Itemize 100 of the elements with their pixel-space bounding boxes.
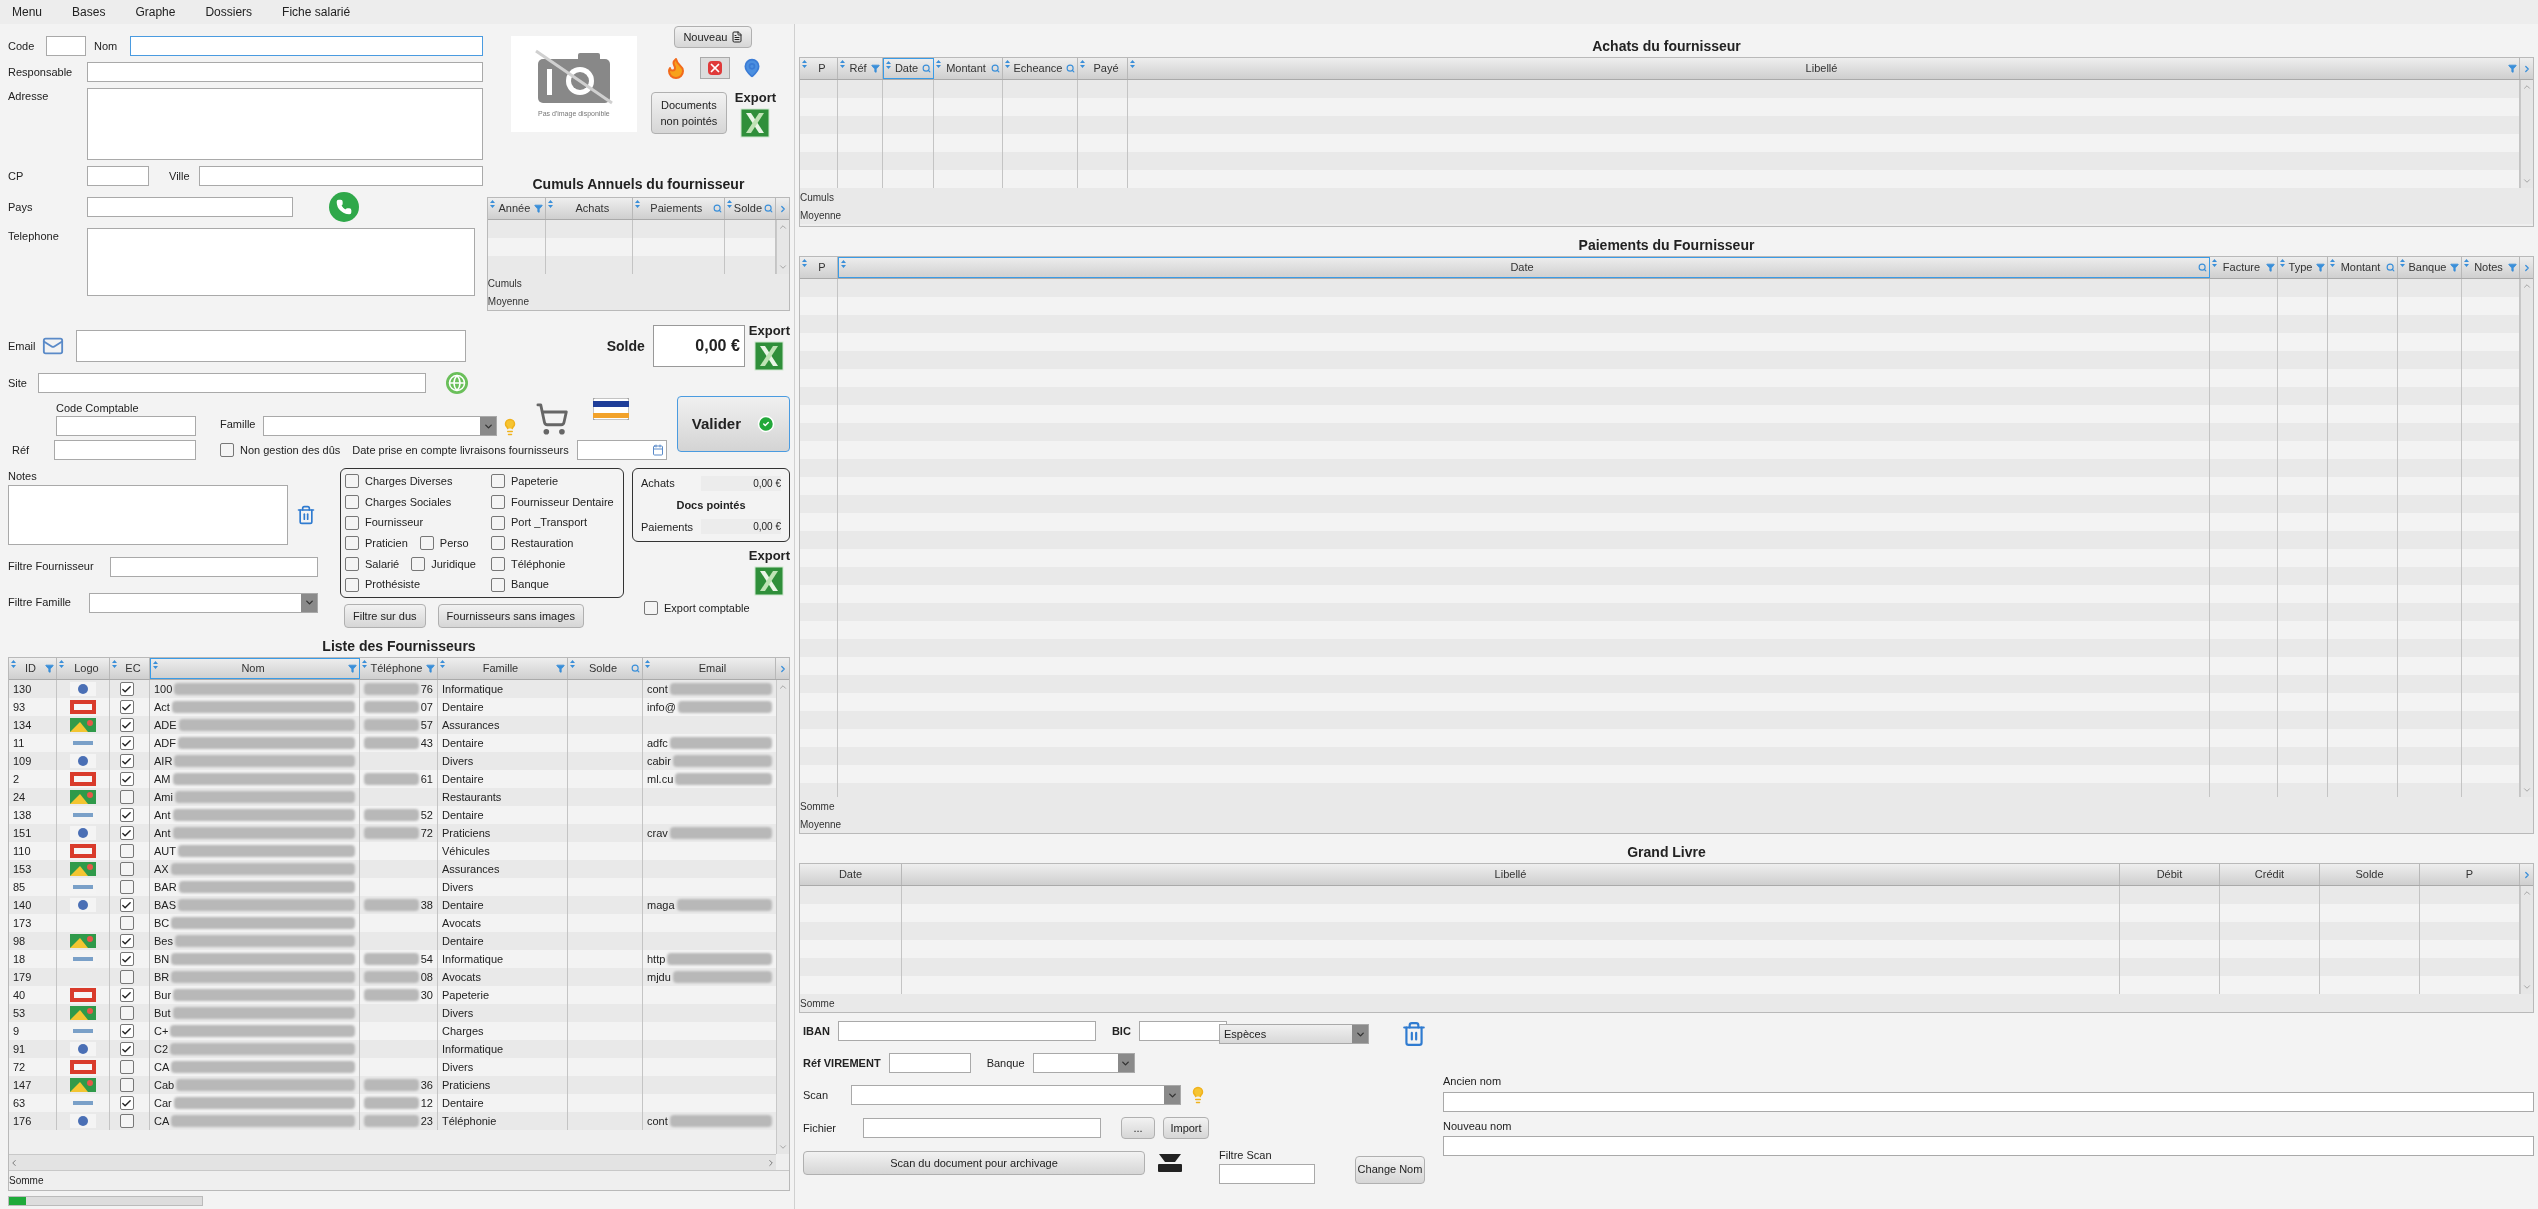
checkbox[interactable] xyxy=(345,557,359,571)
input-field[interactable] xyxy=(1219,1163,1315,1184)
input-field[interactable] xyxy=(87,197,293,217)
checkbox[interactable] xyxy=(119,1060,134,1074)
scroll-up-icon[interactable] xyxy=(2522,82,2532,92)
new-button[interactable]: Nouveau xyxy=(674,26,753,48)
menu-item[interactable]: Graphe xyxy=(135,3,176,21)
column-header[interactable]: Date xyxy=(838,257,2210,278)
column-header[interactable]: Echeance xyxy=(1003,58,1078,79)
checkbox[interactable] xyxy=(119,1006,134,1020)
column-header[interactable]: Banque xyxy=(2398,257,2462,278)
filter-icon[interactable] xyxy=(2508,64,2517,73)
checkbox[interactable] xyxy=(119,844,134,858)
scroll-down-icon[interactable] xyxy=(2522,176,2532,186)
delete-button[interactable] xyxy=(700,57,731,79)
checkbox[interactable] xyxy=(119,1114,134,1128)
input-field[interactable] xyxy=(1443,1136,2534,1156)
spreadsheet-icon[interactable] xyxy=(754,565,785,596)
checkbox[interactable] xyxy=(419,536,434,551)
search-icon[interactable] xyxy=(922,64,931,73)
menu-item[interactable]: Menu xyxy=(12,3,43,21)
date-field[interactable] xyxy=(576,440,667,460)
input-field[interactable] xyxy=(56,416,196,436)
column-header[interactable]: EC xyxy=(110,658,150,679)
checkbox[interactable] xyxy=(411,557,426,571)
filter-icon[interactable] xyxy=(2266,263,2275,272)
validate-button[interactable]: Valider xyxy=(676,396,790,452)
search-icon[interactable] xyxy=(2386,263,2395,272)
column-header[interactable]: Notes xyxy=(2462,257,2520,278)
checkbox[interactable] xyxy=(119,754,134,768)
filter-icon[interactable] xyxy=(556,664,565,673)
checkbox[interactable] xyxy=(119,880,134,894)
checkbox[interactable] xyxy=(220,443,234,457)
column-header[interactable]: Année xyxy=(487,198,546,219)
column-header[interactable]: Email xyxy=(643,658,776,679)
menu-item[interactable]: Fiche salarié xyxy=(282,3,351,21)
checkbox[interactable] xyxy=(491,494,505,509)
checkbox[interactable] xyxy=(491,515,505,530)
scrollbar[interactable] xyxy=(2520,886,2533,994)
import-button[interactable]: Import xyxy=(1163,1117,1209,1139)
dropdown[interactable] xyxy=(851,1085,1181,1105)
column-header[interactable]: ID xyxy=(9,658,57,679)
search-icon[interactable] xyxy=(2198,263,2207,272)
input-field[interactable] xyxy=(76,330,466,362)
column-header[interactable]: Solde xyxy=(724,198,776,219)
column-header[interactable]: Date xyxy=(800,864,902,885)
scrollbar[interactable] xyxy=(9,1154,776,1170)
checkbox[interactable] xyxy=(119,952,134,966)
input-field[interactable] xyxy=(8,484,288,545)
input-field[interactable] xyxy=(87,88,483,160)
checkbox[interactable] xyxy=(345,494,359,509)
mail-icon[interactable] xyxy=(42,335,64,357)
checkbox[interactable] xyxy=(491,577,505,592)
input-field[interactable] xyxy=(87,166,149,186)
column-header[interactable]: P xyxy=(800,58,838,79)
checkbox[interactable] xyxy=(119,808,134,822)
rename-button[interactable]: Change Nom xyxy=(1355,1155,1425,1184)
input-field[interactable] xyxy=(888,1053,971,1073)
browse-button[interactable]: ... xyxy=(1121,1117,1155,1139)
input-field[interactable] xyxy=(837,1021,1096,1041)
scanner-icon[interactable] xyxy=(1157,1152,1183,1174)
scroll-up-icon[interactable] xyxy=(2522,281,2532,291)
menu-item[interactable]: Dossiers xyxy=(205,3,253,21)
checkbox[interactable] xyxy=(644,600,658,615)
cart-icon[interactable] xyxy=(535,402,570,436)
column-header[interactable]: Solde xyxy=(2320,864,2420,885)
column-header[interactable]: Logo xyxy=(57,658,110,679)
spreadsheet-icon[interactable] xyxy=(740,107,771,138)
column-header[interactable]: Payé xyxy=(1078,58,1128,79)
checkbox[interactable] xyxy=(119,916,134,930)
checkbox[interactable] xyxy=(119,790,134,804)
scroll-down-icon[interactable] xyxy=(2522,982,2532,992)
checkbox[interactable] xyxy=(119,772,134,786)
checkbox[interactable] xyxy=(119,898,134,912)
input-field[interactable] xyxy=(87,228,475,296)
dropdown[interactable] xyxy=(1032,1053,1135,1073)
checkbox[interactable] xyxy=(119,718,134,732)
checkbox[interactable] xyxy=(119,1024,134,1038)
column-header[interactable]: Paiements xyxy=(632,198,725,219)
column-header[interactable]: Libellé xyxy=(1128,58,2520,79)
column-header[interactable]: Solde xyxy=(568,658,643,679)
checkbox[interactable] xyxy=(345,474,359,489)
trash-icon[interactable] xyxy=(296,504,316,525)
checkbox[interactable] xyxy=(345,577,359,592)
scan-button[interactable]: Scan du document pour archivage xyxy=(803,1151,1145,1175)
input-field[interactable] xyxy=(110,556,318,577)
column-header[interactable]: Facture xyxy=(2210,257,2278,278)
trash-icon[interactable] xyxy=(1401,1021,1427,1047)
menu-item[interactable]: Bases xyxy=(72,3,106,21)
checkbox[interactable] xyxy=(345,536,359,551)
scroll-down-icon[interactable] xyxy=(778,262,788,272)
globe-icon[interactable] xyxy=(446,372,468,394)
dropdown[interactable]: Espèces xyxy=(1219,1024,1369,1044)
input-field[interactable] xyxy=(1443,1091,2534,1112)
input-field[interactable] xyxy=(54,440,196,460)
search-icon[interactable] xyxy=(712,204,722,213)
spreadsheet-icon[interactable] xyxy=(754,340,785,371)
filter-icon[interactable] xyxy=(871,64,880,73)
filter-icon[interactable] xyxy=(426,664,435,673)
checkbox[interactable] xyxy=(491,557,505,571)
